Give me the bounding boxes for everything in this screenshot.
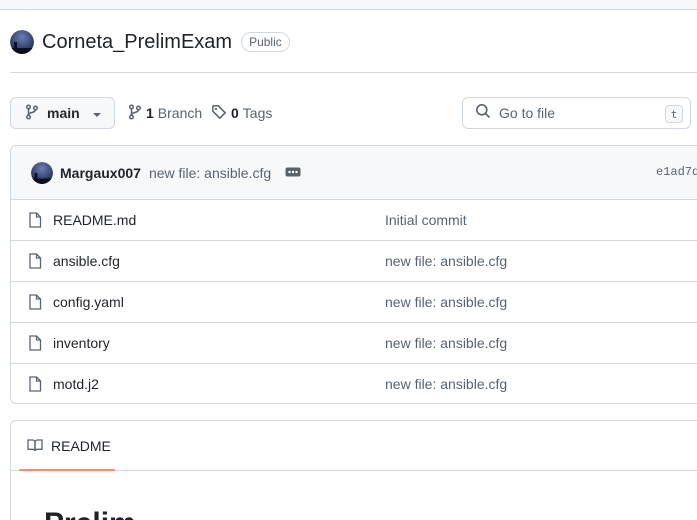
- file-row[interactable]: README.md Initial commit: [11, 200, 697, 241]
- readme-header: README: [11, 421, 697, 471]
- file-row[interactable]: ansible.cfg new file: ansible.cfg: [11, 241, 697, 282]
- visibility-badge: Public: [241, 32, 290, 52]
- tags-link[interactable]: 0 Tags: [211, 104, 272, 122]
- file-icon: [28, 294, 42, 315]
- branches-link[interactable]: 1 Branch: [128, 103, 203, 123]
- file-table: Margaux007 new file: ansible.cfg e1ad7d3: [10, 145, 697, 404]
- file-row[interactable]: config.yaml new file: ansible.cfg: [11, 282, 697, 323]
- file-commit-link[interactable]: new file: ansible.cfg: [385, 335, 507, 351]
- repo-name-link[interactable]: Corneta_PrelimExam: [42, 31, 232, 54]
- file-commit-link[interactable]: new file: ansible.cfg: [385, 294, 507, 310]
- file-name-link[interactable]: motd.j2: [53, 376, 99, 392]
- git-branch-icon: [128, 103, 142, 123]
- commit-message-link[interactable]: new file: ansible.cfg: [149, 165, 271, 181]
- go-to-file-input[interactable]: [499, 105, 649, 121]
- book-icon: [27, 437, 43, 456]
- file-icon: [28, 335, 42, 356]
- repo-page: Corneta_PrelimExam Public main 1 Branch …: [0, 0, 697, 520]
- readme-tab[interactable]: README: [19, 421, 115, 471]
- active-tab-underline: [19, 469, 115, 471]
- branch-name: main: [47, 105, 80, 121]
- commit-sha-link[interactable]: e1ad7d3: [656, 165, 697, 179]
- readme-tab-label: README: [51, 438, 111, 454]
- go-to-file-box[interactable]: t: [462, 97, 691, 129]
- git-branch-icon: [25, 103, 39, 123]
- file-name-link[interactable]: inventory: [53, 335, 110, 351]
- go-to-file-shortcut: t: [665, 105, 683, 123]
- header-divider: [10, 72, 697, 73]
- file-row[interactable]: motd.j2 new file: ansible.cfg: [11, 364, 697, 403]
- file-icon: [28, 253, 42, 274]
- branches-count: 1: [146, 105, 154, 121]
- author-avatar[interactable]: [31, 161, 53, 184]
- top-nav-strip: [0, 0, 697, 10]
- readme-panel: README Prelim: [10, 420, 697, 520]
- readme-heading: Prelim: [44, 507, 136, 520]
- commit-details-toggle[interactable]: [283, 166, 303, 180]
- branches-label: Branch: [157, 105, 203, 121]
- commit-author-link[interactable]: Margaux007: [60, 165, 141, 181]
- file-name-link[interactable]: ansible.cfg: [53, 253, 120, 269]
- file-icon: [28, 212, 42, 233]
- file-name-link[interactable]: README.md: [53, 212, 136, 228]
- file-name-link[interactable]: config.yaml: [53, 294, 124, 310]
- tags-label: Tags: [242, 105, 273, 121]
- kebab-horizontal-icon: [285, 164, 301, 182]
- branch-select-button[interactable]: main: [10, 97, 115, 129]
- owner-avatar[interactable]: [10, 30, 34, 54]
- file-icon: [28, 376, 42, 397]
- triangle-down-icon: [92, 105, 102, 121]
- tag-icon: [211, 104, 227, 123]
- latest-commit-bar: Margaux007 new file: ansible.cfg e1ad7d3: [11, 146, 697, 200]
- file-commit-link[interactable]: new file: ansible.cfg: [385, 253, 507, 269]
- tags-count: 0: [231, 105, 239, 121]
- repo-header: Corneta_PrelimExam Public: [10, 28, 290, 56]
- file-row[interactable]: inventory new file: ansible.cfg: [11, 323, 697, 364]
- file-commit-link[interactable]: new file: ansible.cfg: [385, 376, 507, 392]
- file-commit-link[interactable]: Initial commit: [385, 212, 467, 228]
- search-icon: [475, 103, 491, 124]
